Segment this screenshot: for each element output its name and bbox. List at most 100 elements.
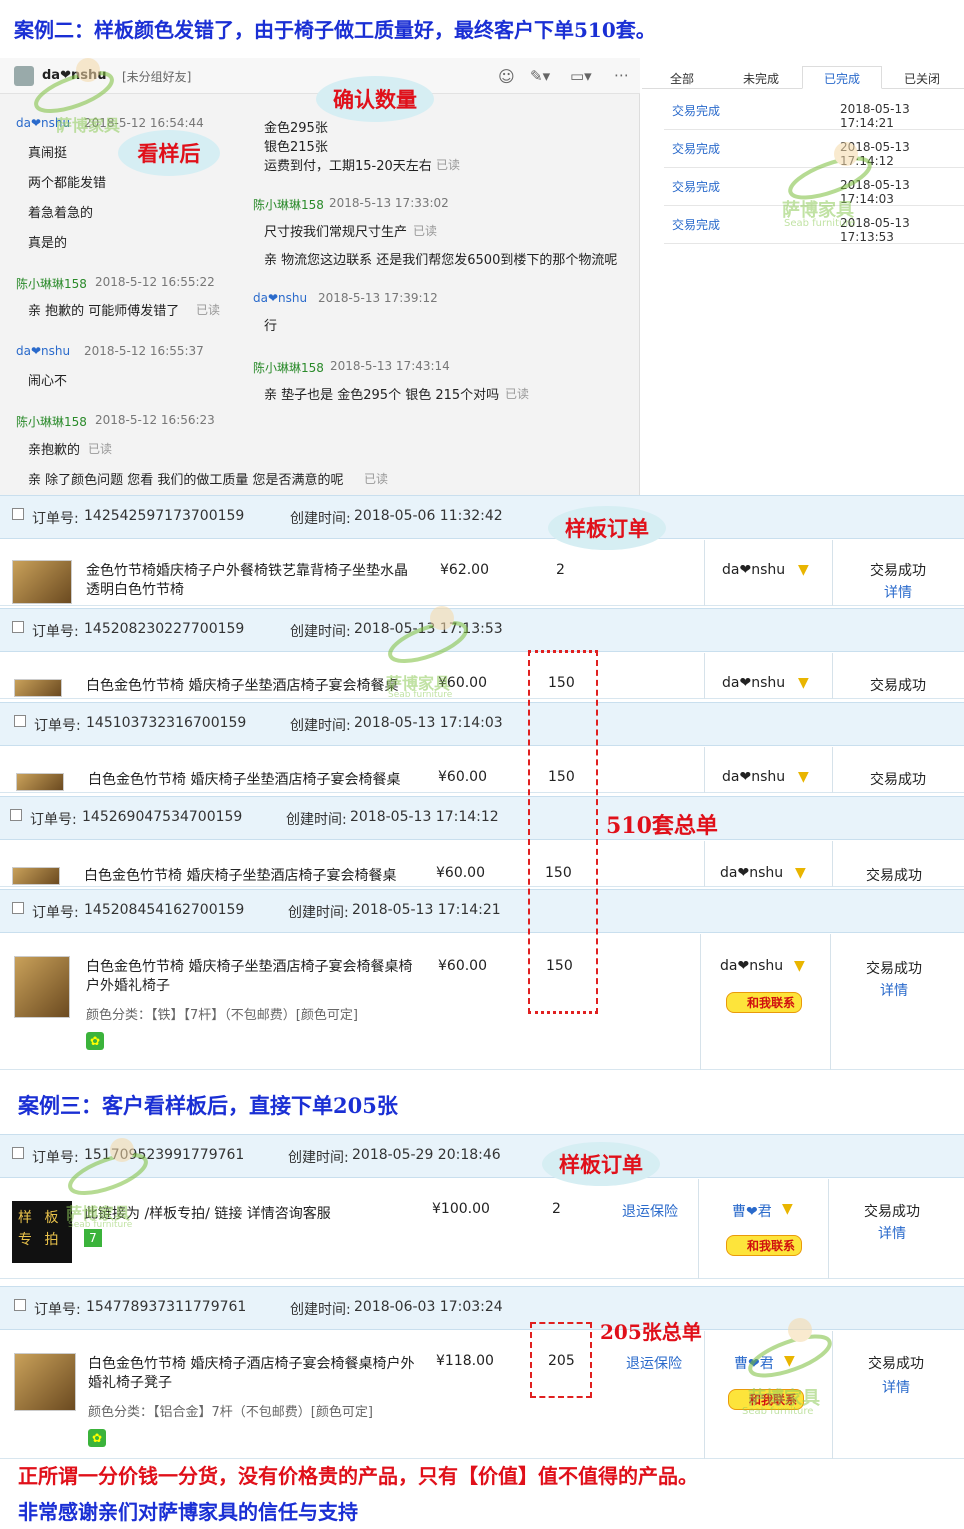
- product-title[interactable]: 白色金色竹节椅 婚庆椅子坐垫酒店椅子宴会椅餐桌: [84, 865, 396, 885]
- brand-watermark: 萨博家具 Seab furniture: [380, 604, 476, 704]
- filter-icon[interactable]: ▼: [798, 769, 809, 785]
- brand-watermark: 萨博家具 Seab furniture: [60, 1136, 156, 1236]
- order-checkbox[interactable]: [12, 1147, 24, 1159]
- msg-line: 亲 除了颜色问题 您看 我们的做工质量 您是否满意的呢: [28, 473, 344, 488]
- product-thumbnail[interactable]: [16, 773, 64, 791]
- total-205-label: 205张总单: [600, 1320, 702, 1344]
- return-insurance-link[interactable]: 退运保险: [626, 1353, 682, 1373]
- msg-time: 2018-5-13 17:33:02: [329, 196, 449, 210]
- filter-icon[interactable]: ▼: [798, 562, 809, 578]
- read-status: 已读: [413, 224, 438, 238]
- more-icon[interactable]: ⋯: [614, 66, 629, 84]
- guarantee-icon: ✿: [88, 1429, 106, 1447]
- msg-line: 亲 抱歉的 可能师傅发错了: [28, 304, 180, 319]
- trade-status: 交易成功: [864, 1204, 920, 1220]
- msg-line: 金色295张: [264, 121, 328, 136]
- bubble-sample-order: 样板订单: [548, 506, 666, 550]
- case2-title: 案例二：样板颜色发错了，由于椅子做工质量好，最终客户下单510套。: [14, 18, 656, 42]
- filter-icon[interactable]: ▼: [782, 1201, 793, 1217]
- contact-me-button[interactable]: 和我联系: [726, 1235, 803, 1256]
- order-checkbox[interactable]: [12, 621, 24, 633]
- order-row: 金色竹节椅婚庆椅子户外餐椅铁艺靠背椅子坐垫水晶透明白色竹节椅 ¥62.00 2 …: [0, 540, 964, 606]
- trade-row[interactable]: 交易完成 2018-05-13 17:14:21: [664, 92, 964, 130]
- msg-time: 2018-5-13 17:43:14: [330, 359, 450, 373]
- order-header: 订单号: 142542597173700159 创建时间: 2018-05-06…: [0, 495, 964, 539]
- footer-thanks: 非常感谢亲们对萨博家具的信任与支持: [18, 1500, 358, 1524]
- contact-me-button[interactable]: 和我联系: [726, 992, 803, 1013]
- price: ¥60.00: [438, 769, 487, 785]
- details-link[interactable]: 详情: [878, 1223, 906, 1243]
- product-title[interactable]: 白色金色竹节椅 婚庆椅子酒店椅子宴会椅餐桌椅户外婚礼椅子凳子: [88, 1355, 418, 1393]
- total-box: [530, 1322, 592, 1398]
- filter-icon[interactable]: ▼: [798, 675, 809, 691]
- details-link[interactable]: 详情: [882, 1377, 910, 1397]
- product-thumbnail[interactable]: [12, 560, 72, 604]
- read-status: 已读: [505, 387, 530, 401]
- product-thumbnail[interactable]: [12, 867, 60, 885]
- buyer-name[interactable]: da❤nshu: [722, 769, 785, 785]
- trade-status: 交易成功: [870, 563, 926, 579]
- msg-sender: 陈小琳琳158: [16, 277, 87, 291]
- msg-line: 亲抱歉的: [28, 443, 81, 458]
- product-thumbnail[interactable]: [14, 956, 70, 1018]
- order-header: 订单号: 145208454162700159 创建时间: 2018-05-13…: [0, 889, 964, 933]
- details-link[interactable]: 详情: [880, 980, 908, 1000]
- trade-status: 交易成功: [868, 1356, 924, 1372]
- order-row: 白色金色竹节椅 婚庆椅子坐垫酒店椅子宴会椅餐桌 ¥60.00 150 da❤ns…: [0, 653, 964, 699]
- buyer-name[interactable]: da❤nshu: [722, 562, 785, 578]
- order-row: 白色金色竹节椅 婚庆椅子坐垫酒店椅子宴会椅餐桌 ¥60.00 150 da❤ns…: [0, 841, 964, 887]
- tab-incomplete[interactable]: 未完成: [743, 70, 779, 87]
- brand-watermark: 萨博家具 Seab furniture: [780, 140, 880, 230]
- buyer-name[interactable]: da❤nshu: [722, 675, 785, 691]
- msg-sender: 陈小琳琳158: [16, 415, 87, 429]
- product-thumbnail[interactable]: [14, 679, 62, 697]
- msg-sender: 陈小琳琳158: [253, 361, 324, 375]
- price: ¥118.00: [436, 1353, 494, 1369]
- bubble-sample-order: 样板订单: [542, 1142, 660, 1186]
- msg-line: 银色215张: [264, 140, 328, 155]
- brand-watermark: 萨博家具 Seab furniture: [740, 1316, 840, 1420]
- buyer-name[interactable]: da❤nshu: [720, 958, 783, 974]
- buyer-name[interactable]: da❤nshu: [720, 865, 783, 881]
- msg-line: 真是的: [28, 236, 68, 251]
- price: ¥60.00: [438, 958, 487, 974]
- return-insurance-link[interactable]: 退运保险: [622, 1201, 678, 1221]
- product-thumbnail[interactable]: [14, 1353, 76, 1411]
- trade-status: 交易成功: [870, 678, 926, 694]
- product-title[interactable]: 白色金色竹节椅 婚庆椅子坐垫酒店椅子宴会椅餐桌: [86, 675, 398, 695]
- edit-icon[interactable]: ✎▾: [530, 67, 550, 85]
- filter-icon[interactable]: ▼: [794, 958, 805, 974]
- order-checkbox[interactable]: [10, 809, 22, 821]
- trade-status: 交易成功: [870, 772, 926, 788]
- price: ¥62.00: [440, 562, 489, 578]
- video-icon[interactable]: ▭▾: [570, 67, 592, 85]
- product-title[interactable]: 金色竹节椅婚庆椅子户外餐椅铁艺靠背椅子坐垫水晶透明白色竹节椅: [86, 562, 416, 600]
- tab-closed[interactable]: 已关闭: [904, 70, 940, 87]
- product-spec: 颜色分类：【铝合金】7杆（不包邮费）[颜色可定]: [88, 1405, 373, 1420]
- order-header: 订单号: 145208230227700159 创建时间: 2018-05-13…: [0, 608, 964, 652]
- total-510-label: 510套总单: [606, 813, 718, 839]
- msg-line: 亲 垫子也是 金色295个 银色 215个对吗: [264, 388, 500, 403]
- details-link[interactable]: 详情: [884, 582, 912, 602]
- msg-time: 2018-5-13 17:39:12: [318, 291, 438, 305]
- filter-icon[interactable]: ▼: [795, 865, 806, 881]
- msg-line: 真闹挺: [28, 146, 68, 161]
- tab-all[interactable]: 全部: [670, 70, 694, 87]
- order-checkbox[interactable]: [12, 902, 24, 914]
- order-checkbox[interactable]: [14, 1299, 26, 1311]
- quantity: 2: [556, 562, 565, 578]
- product-title[interactable]: 白色金色竹节椅 婚庆椅子坐垫酒店椅子宴会椅餐桌椅户外婚礼椅子: [86, 958, 416, 996]
- order-checkbox[interactable]: [14, 715, 26, 727]
- tab-completed[interactable]: 已完成: [824, 70, 860, 87]
- msg-line: 尺寸按我们常规尺寸生产: [264, 225, 408, 240]
- order-header: 订单号: 145269047534700159 创建时间: 2018-05-13…: [0, 796, 964, 840]
- trade-status: 交易成功: [866, 868, 922, 884]
- msg-sender: 陈小琳琳158: [253, 198, 324, 212]
- bubble-confirm-qty: 确认数量: [316, 76, 434, 122]
- read-status: 已读: [364, 472, 389, 486]
- read-status: 已读: [196, 303, 221, 317]
- buyer-name[interactable]: 曹❤君: [732, 1201, 772, 1221]
- emoji-icon[interactable]: ☺: [498, 67, 515, 86]
- order-checkbox[interactable]: [12, 508, 24, 520]
- product-title[interactable]: 白色金色竹节椅 婚庆椅子坐垫酒店椅子宴会椅餐桌: [88, 769, 400, 789]
